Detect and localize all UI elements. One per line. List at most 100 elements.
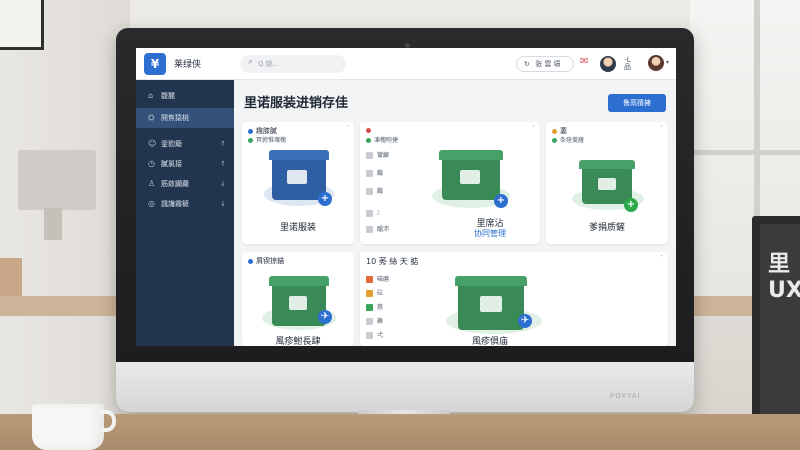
background-monitor-stand [44,208,62,240]
card-subtitle-text: 条痊羹薩 [560,137,585,144]
sidebar-item-label: 鬨焦猿桃 [161,114,189,122]
card-title-text: 萋 [560,127,567,135]
message-icon[interactable]: ✉ [580,56,588,67]
status-dot [552,128,557,134]
module-card[interactable]: 趣膝膩 冥俯惟壤槐 ˄ + 里诺服装 [242,122,354,244]
doc-icon [366,170,373,177]
chevron-icon: ↓ [220,180,226,188]
sidebar-item-globe[interactable]: ◎ 諷讒霧鏟 ↓ [136,194,234,214]
chevron-up-icon[interactable]: ˄ [532,125,535,132]
chevron-icon: ↑ [220,140,226,148]
sidebar-item-person[interactable]: ♙ 筋斂躪蘿 ↓ [136,174,234,194]
sidebar-item-user[interactable]: ☺ 釜勠簸 ↑ [136,134,234,154]
list-item-label: 喵磨 [377,276,390,283]
status-dot [366,138,371,143]
module-card[interactable]: 凍槐咆捷 ˄ 鸞齦 饞 饞 冫 醞沛 + 里席沾 协同管理 [360,122,540,244]
box-lid [455,276,527,286]
app-name: 莱绿侠 [174,60,202,70]
sidebar-item-label: 膩氯接 [161,160,182,168]
list-item[interactable]: 醞沛 [366,224,389,233]
box-lid [269,150,329,160]
doc-icon [366,210,373,217]
side-device-screen: 里 UX [760,224,800,424]
monitor-chin [116,362,694,412]
card-caption: 風疹鮒長肆 [275,337,321,346]
add-icon[interactable]: + [624,198,638,212]
network-icon: ⛭ [148,113,155,122]
user-icon: ☺ [148,139,157,148]
chevron-up-icon[interactable]: ˄ [660,255,663,262]
mid-icon-label-2: 品 [624,63,631,71]
user-avatar[interactable] [648,55,664,71]
box-label [289,296,307,310]
list-item[interactable]: 饞 [366,168,383,177]
card-title-text: 趣膝膩 [256,127,277,135]
desk-front [0,414,800,450]
chevron-icon: ↑ [220,160,226,168]
box-label [287,170,307,184]
module-card[interactable]: 萋 条痊羹薩 ˄ + 爹捐质鏟 [546,122,668,244]
monitor-brand: POXYAI [610,392,641,400]
main-content: 里诺服装进销存佳 鲁鬲猜擁 趣膝膩 冥俯惟壤槐 ˄ + 里诺服装 凍槐咆捷 ˄ … [234,80,676,346]
coffee-cup [32,404,104,450]
sidebar-item-network[interactable]: ⛭ 鬨焦猿桃 [136,108,234,128]
list-item-label: 砬 [377,290,384,297]
chevron-down-icon[interactable]: ▾ [666,59,669,66]
background-monitor [18,150,96,210]
refresh-icon: ↻ [524,60,530,68]
sidebar-item-clock[interactable]: ◷ 膩氯接 ↑ [136,154,234,174]
chevron-icon: ↓ [220,200,226,208]
card-subtitle: 凍槐咆捷 [366,135,398,144]
card-subtitle-text: 冥俯惟壤槐 [256,137,287,144]
sidebar-item-label: 諷讒霧鏟 [161,200,189,208]
card-title: 屑锲掠錨 [248,256,284,266]
chevron-up-icon[interactable]: ˄ [346,125,349,132]
card-caption: 里诺服装 [279,223,316,233]
top-action-button[interactable]: ↻ 张 雲 墳 [516,56,574,72]
add-icon[interactable]: + [318,192,332,206]
primary-button[interactable]: 鲁鬲猜擁 [608,94,666,112]
send-icon[interactable]: ✈ [318,310,332,324]
list-item-label: 雞 [377,318,384,325]
sidebar-item-label: 筋斂躪蘿 [161,180,189,188]
search-input[interactable]: ⌕ Q 姚.. [240,55,346,73]
box-lid [269,276,329,286]
status-dot [552,138,557,143]
doc-icon [366,152,373,159]
card-subtitle: 条痊羹薩 [552,135,584,144]
shield-icon [366,276,373,283]
list-item[interactable]: 慈 [366,302,383,311]
doc-icon [366,318,373,325]
list-item[interactable]: 喵磨 [366,274,389,283]
chevron-up-icon[interactable]: ˄ [660,125,663,132]
list-item[interactable]: 鸞齦 [366,150,389,159]
sidebar-item-label: 馥麓 [161,92,175,100]
doc-icon [366,226,373,233]
list-item-label: 鸞齦 [377,152,390,159]
top-action-label: 张 雲 墳 [535,60,561,68]
list-item-label: 饞 [377,188,384,195]
card-subtitle: 冥俯惟壤槐 [248,135,286,144]
module-card[interactable]: 10 莠 絲 天 掂 ˄ 喵磨 砬 慈 雞 弌 ✈ 風疹俱庙 [360,252,668,346]
list-item-label: 慈 [377,304,384,311]
globe-icon: ◎ [148,199,155,208]
avatar[interactable] [600,56,616,72]
card-title [366,126,374,134]
list-item-label: 饞 [377,170,384,177]
app-screen: ¥ 莱绿侠 ⌕ Q 姚.. ↻ 张 雲 墳 ✉ -L 品 ▾ ⌂ 馥麓 ⛭ 鬨焦猿桃… [136,48,676,346]
sidebar: ⌂ 馥麓 ⛭ 鬨焦猿桃 ☺ 釜勠簸 ↑ ◷ 膩氯接 ↑ ♙ 筋斂躪蘿 ↓ ◎ 諷讒霧鏟 ↓ [136,80,234,346]
settings-icon[interactable]: -L 品 [624,57,631,71]
module-card[interactable]: 屑锲掠錨 ✈ 風疹鮒長肆 [242,252,354,346]
box-label [480,296,502,312]
list-item[interactable]: 雞 [366,316,383,325]
sidebar-item-home[interactable]: ⌂ 馥麓 [136,86,234,106]
list-item[interactable]: 饞 [366,186,383,195]
app-logo-icon[interactable]: ¥ [144,53,166,75]
list-item-label: 醞沛 [377,226,390,233]
list-item[interactable]: 冫 [366,208,383,217]
card-subtitle-text: 凍槐咆捷 [374,137,399,144]
list-item[interactable]: 砬 [366,288,383,297]
add-icon[interactable]: + [494,194,508,208]
status-dot [248,138,253,143]
send-icon[interactable]: ✈ [518,314,532,328]
